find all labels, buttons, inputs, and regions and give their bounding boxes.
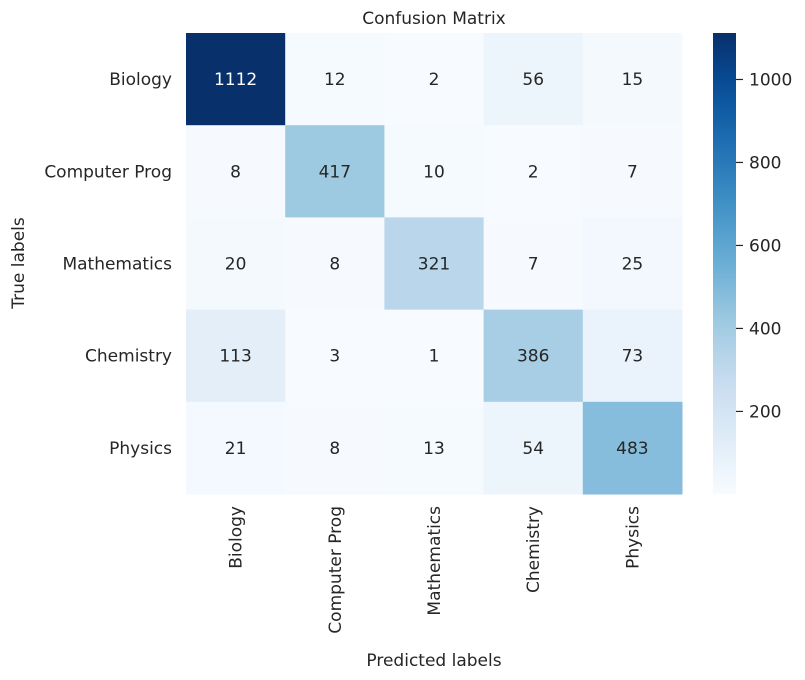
y-axis-label: True labels — [9, 217, 29, 310]
cell-value-label: 12 — [324, 70, 346, 90]
colorbar-tick-label: 600 — [749, 236, 781, 256]
colorbar-tick-label: 200 — [749, 402, 781, 422]
cell-value-label: 54 — [522, 439, 544, 459]
cell-value-label: 3 — [329, 347, 340, 367]
colorbar-tick-label: 400 — [749, 319, 781, 339]
cell-value-label: 8 — [329, 439, 340, 459]
x-tick-label: Mathematics — [425, 506, 445, 616]
cell-value-label: 8 — [329, 255, 340, 275]
confusion-matrix-chart: Confusion Matrix 1112 12 2 56 15 8 417 10 2 7 20 8 3… — [9, 9, 792, 671]
cell-value-label: 13 — [423, 439, 445, 459]
cell-value-label: 73 — [622, 347, 644, 367]
y-tick-label: Physics — [109, 439, 172, 459]
cell-value-label: 113 — [219, 347, 251, 367]
cell-value-label: 1 — [429, 347, 440, 367]
x-tick-labels: Biology Computer Prog Mathematics Chemistry… — [227, 506, 644, 634]
y-tick-labels: Biology Computer Prog Mathematics Chemistry… — [44, 70, 172, 459]
x-tick-label: Biology — [227, 506, 247, 569]
cell-value-label: 321 — [418, 255, 450, 275]
x-tick-label: Computer Prog — [326, 506, 346, 634]
cell-value-label: 21 — [225, 439, 247, 459]
colorbar — [713, 33, 736, 494]
cell-value-label: 15 — [622, 70, 644, 90]
chart-title: Confusion Matrix — [362, 9, 506, 29]
y-tick-label: Chemistry — [85, 347, 172, 367]
y-tick-label: Mathematics — [62, 255, 172, 275]
colorbar-tick-label: 800 — [749, 153, 781, 173]
cell-value-label: 2 — [429, 70, 440, 90]
cell-value-label: 483 — [616, 439, 648, 459]
cell-value-label: 56 — [522, 70, 544, 90]
x-tick-label: Physics — [623, 506, 643, 569]
cell-value-label: 7 — [627, 162, 638, 182]
cell-value-label: 386 — [517, 347, 549, 367]
colorbar-ticks: 200 400 600 800 1000 — [736, 70, 792, 422]
colorbar-tick-label: 1000 — [749, 70, 792, 90]
cell-value-label: 2 — [528, 162, 539, 182]
cell-value-label: 417 — [319, 162, 351, 182]
cell-value-label: 20 — [225, 255, 247, 275]
cell-value-label: 1112 — [214, 70, 257, 90]
cell-value-label: 25 — [622, 255, 644, 275]
y-tick-label: Computer Prog — [44, 162, 172, 182]
y-tick-label: Biology — [109, 70, 172, 90]
cell-value-label: 7 — [528, 255, 539, 275]
x-axis-label: Predicted labels — [366, 651, 501, 671]
cell-value-label: 8 — [230, 162, 241, 182]
x-tick-label: Chemistry — [524, 506, 544, 593]
cell-value-label: 10 — [423, 162, 445, 182]
